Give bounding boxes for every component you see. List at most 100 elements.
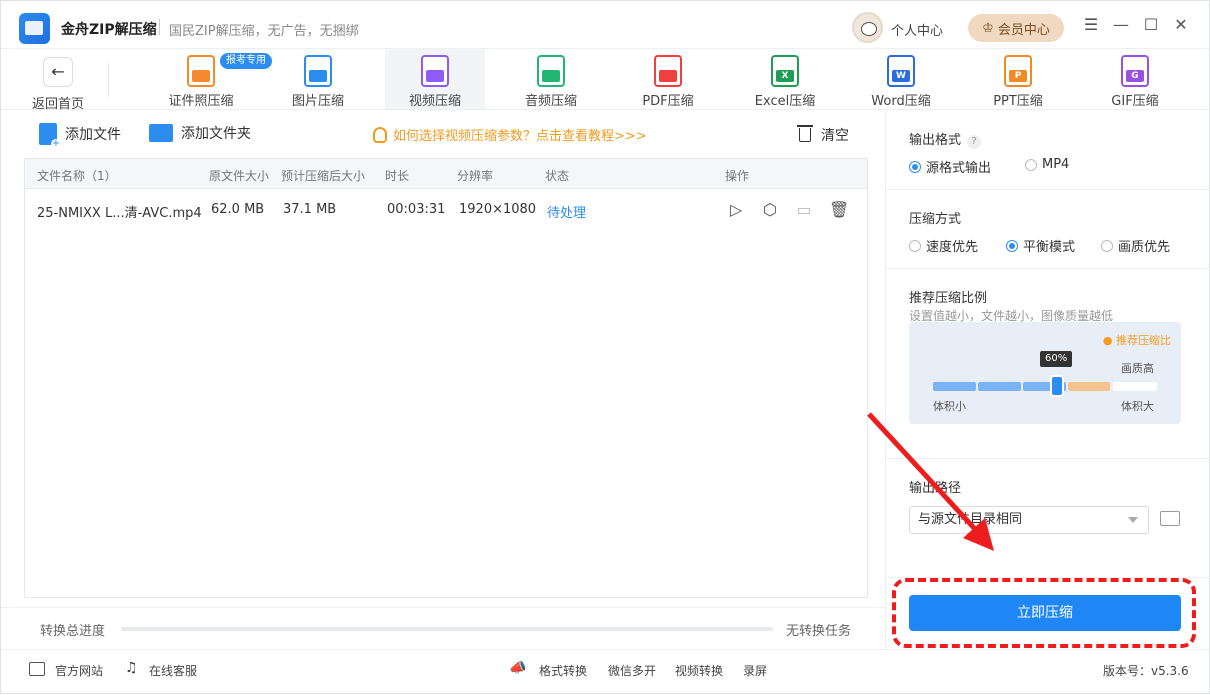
file-type-icon: W (887, 55, 915, 87)
file-status: 待处理 (547, 206, 587, 221)
lightbulb-icon (373, 126, 387, 143)
footer-link-format[interactable]: 格式转换 (539, 662, 587, 679)
tool-7[interactable]: P PPT压缩 (968, 49, 1068, 109)
format-title-text: 输出格式 (909, 133, 962, 148)
radio-label: 平衡模式 (1023, 240, 1076, 255)
tutorial-label: 如何选择视频压缩参数？点击查看教程>>> (393, 129, 647, 144)
vip-center-button[interactable]: ♔ 会员中心 (968, 14, 1064, 42)
recommend-label: ● 推荐压缩比 (1102, 334, 1171, 347)
file-type-icon (187, 55, 215, 87)
close-icon[interactable]: ✕ (1171, 15, 1191, 35)
icon-letter (542, 70, 560, 82)
table-header: 文件名称（1） 原文件大小 预计压缩后大小 时长 分辨率 状态 操作 (25, 159, 867, 189)
maximize-icon[interactable]: ☐ (1141, 15, 1161, 35)
clear-button[interactable]: 清空 (797, 125, 849, 145)
file-type-icon (654, 55, 682, 87)
radio-label: 画质优先 (1118, 240, 1171, 255)
radio-balanced[interactable]: 平衡模式 (1006, 236, 1075, 255)
file-actions: 添加文件 添加文件夹 如何选择视频压缩参数？点击查看教程>>> 清空 (1, 111, 885, 157)
tool-4[interactable]: PDF压缩 (618, 49, 718, 109)
icon-letter: P (1009, 70, 1027, 82)
tool-label: PDF压缩 (642, 94, 694, 109)
size-small-label: 体积小 (933, 400, 966, 413)
radio-mp4[interactable]: MP4 (1025, 157, 1069, 172)
help-icon[interactable]: ? (967, 135, 982, 149)
tool-2[interactable]: 视频压缩 (385, 49, 485, 109)
radio-label: 源格式输出 (926, 161, 992, 176)
path-title: 输出路径 (909, 481, 962, 496)
tool-5[interactable]: X Excel压缩 (735, 49, 835, 109)
radio-label: 速度优先 (926, 240, 979, 255)
settings-icon[interactable]: ⬡ (761, 201, 779, 219)
icon-letter: G (1126, 70, 1144, 82)
icon-letter (309, 70, 327, 82)
output-path-select[interactable]: 与源文件目录相同 (909, 506, 1149, 534)
file-est-size: 37.1 MB (283, 202, 337, 217)
radio-speed[interactable]: 速度优先 (909, 236, 978, 255)
file-table: 文件名称（1） 原文件大小 预计压缩后大小 时长 分辨率 状态 操作 25-NM… (24, 158, 868, 598)
headset-icon: ♫ (125, 660, 138, 676)
col-est: 预计压缩后大小 (281, 169, 366, 183)
slider-value: 60% (1040, 351, 1073, 367)
radio-quality[interactable]: 画质优先 (1101, 236, 1170, 255)
radio-source-format[interactable]: 源格式输出 (909, 157, 991, 176)
megaphone-icon: 📣 (509, 660, 527, 676)
highlight-dashed-box (892, 578, 1196, 648)
play-icon[interactable]: ▷ (727, 201, 745, 219)
tool-bar: ← 返回首页 证件照压缩 图片压缩 视频压缩 音频压缩 PDF压缩 X Excel压缩 W Wo… (1, 49, 1209, 112)
minimize-icon[interactable]: — (1111, 15, 1131, 35)
slider-segment (978, 382, 1021, 391)
exam-badge: 报考专用 (220, 53, 272, 69)
ratio-slider[interactable]: ● 推荐压缩比 60% 画质高 体积小 体积大 (909, 322, 1181, 424)
official-site-link[interactable]: 官方网站 (55, 662, 103, 679)
delete-icon[interactable]: 🗑 (829, 201, 849, 219)
folder-icon[interactable]: ▭ (795, 201, 813, 219)
back-home-label: 返回首页 (31, 97, 84, 112)
footer: 官方网站 ♫ 在线客服 📣 格式转换 微信多开 视频转换 录屏 版本号：v5.3… (1, 649, 1209, 693)
radio-dot (1025, 158, 1037, 171)
tool-8[interactable]: G GIF压缩 (1085, 49, 1185, 109)
tool-1[interactable]: 图片压缩 (268, 49, 368, 109)
slider-segment (933, 382, 976, 391)
footer-link-wechat[interactable]: 微信多开 (608, 662, 656, 679)
icon-letter: W (892, 70, 910, 82)
col-name: 文件名称（1） (37, 169, 117, 183)
icon-letter (426, 70, 444, 82)
mode-title: 压缩方式 (909, 212, 962, 227)
tool-3[interactable]: 音频压缩 (501, 49, 601, 109)
add-file-button[interactable]: 添加文件 (39, 123, 121, 149)
slider-knob[interactable] (1050, 375, 1064, 397)
online-service-link[interactable]: 在线客服 (149, 662, 197, 679)
col-resolution: 分辨率 (457, 169, 494, 183)
tool-6[interactable]: W Word压缩 (851, 49, 951, 109)
col-duration: 时长 (385, 169, 410, 183)
crown-icon: ♔ (982, 20, 994, 36)
personal-center-link[interactable]: 个人中心 (891, 20, 943, 39)
monitor-icon (29, 662, 45, 676)
browse-folder-icon[interactable] (1160, 511, 1180, 526)
footer-link-video[interactable]: 视频转换 (675, 662, 723, 679)
progress-area: 转换总进度 无转换任务 (1, 607, 885, 649)
tool-label: PPT压缩 (993, 94, 1043, 109)
app-window: 金舟ZIP解压缩 国民ZIP解压缩，无广告，无捆绑 个人中心 ♔ 会员中心 ☰ —… (0, 0, 1210, 694)
col-size: 原文件大小 (209, 169, 270, 183)
menu-icon[interactable]: ☰ (1081, 15, 1101, 35)
arrow-left-icon: ← (43, 57, 73, 87)
file-type-icon (537, 55, 565, 87)
slider-segment (1068, 382, 1110, 391)
avatar[interactable] (852, 12, 883, 43)
table-row[interactable]: 25-NMIXX L...清-AVC.mp4 62.0 MB 37.1 MB 0… (25, 189, 867, 231)
add-folder-button[interactable]: 添加文件夹 (149, 123, 251, 143)
radio-dot (909, 239, 921, 252)
col-actions: 操作 (725, 169, 750, 183)
app-slogan: 国民ZIP解压缩，无广告，无捆绑 (169, 24, 359, 39)
quality-high-label: 画质高 (1121, 362, 1154, 375)
icon-letter (192, 70, 210, 82)
tutorial-link[interactable]: 如何选择视频压缩参数？点击查看教程>>> (373, 125, 647, 144)
footer-link-record[interactable]: 录屏 (743, 662, 767, 679)
tool-label: Excel压缩 (754, 94, 816, 109)
radio-dot (909, 160, 921, 173)
back-home-button[interactable]: ← 返回首页 (29, 57, 87, 112)
file-size: 62.0 MB (211, 202, 265, 217)
progress-bar (121, 627, 773, 631)
